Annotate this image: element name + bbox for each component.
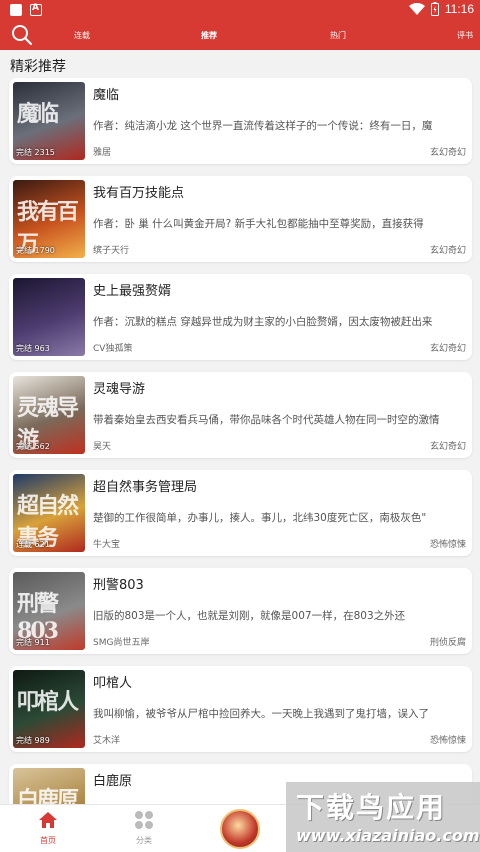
book-genre: 恐怖惊悚	[429, 736, 466, 746]
cover-art-text: 刑警803	[17, 591, 59, 644]
home-icon	[39, 812, 57, 828]
watermark: 下载鸟应用 www.xiazainiao.com	[286, 782, 480, 852]
battery-icon	[430, 2, 439, 16]
book-title: 我有百万技能点	[93, 186, 185, 201]
book-genre: 恐怖惊悚	[429, 540, 466, 550]
top-nav: 连载 推荐 热门 评书	[0, 20, 480, 50]
book-narrator: CV独孤策	[93, 344, 133, 354]
book-description: 旧版的803是一个人，也就是刘刚，就像是007一样，在803之外还	[93, 610, 406, 622]
search-icon[interactable]	[10, 23, 34, 47]
book-title: 魔临	[93, 88, 120, 103]
book-card[interactable]: 我有百万 完结 1790 我有百万技能点作者：卧 巢 什么叫黄金开局? 新手大礼包都…	[9, 176, 472, 262]
book-narrator: 缤子天行	[93, 246, 130, 256]
book-description: 作者：沉默的糕点 穿越异世成为财主家的小白脸赘婿，因太废物被赶出来	[93, 316, 433, 328]
book-card[interactable]: 刑警803 完结 911 刑警803 旧版的803是一个人，也就是刘刚，就像是007一…	[9, 568, 472, 654]
book-genre: 刑侦反腐	[429, 638, 466, 648]
book-title: 灵魂导游	[93, 382, 146, 397]
tab-category[interactable]: 分类	[114, 811, 174, 846]
tab-category-label: 分类	[136, 836, 152, 845]
book-genre: 玄幻奇幻	[429, 442, 466, 452]
book-cover[interactable]: 魔临完结 2315	[13, 82, 85, 160]
book-title: 白鹿原	[93, 774, 133, 789]
book-narrator: 牛大宝	[93, 540, 121, 550]
clock: 11:16	[444, 2, 474, 16]
book-genre: 玄幻奇幻	[429, 148, 466, 158]
book-narrator: SMG尚世五岸	[93, 638, 150, 648]
book-narrator: 雅居	[93, 148, 112, 158]
center-featured-button[interactable]	[220, 809, 260, 849]
cover-art-text: 叩棺人	[17, 689, 79, 715]
book-cover[interactable]: 灵魂导游 完结 562	[13, 376, 85, 454]
tab-serial[interactable]: 连载	[74, 30, 90, 41]
tab-home-label: 首页	[40, 836, 56, 845]
book-card[interactable]: 超自然事务 连载 621 超自然事务管理局楚御的工作很简单，办事儿，揍人。事儿，北纬…	[9, 470, 472, 556]
tab-home[interactable]: 首页	[18, 811, 78, 846]
book-title: 超自然事务管理局	[93, 480, 198, 495]
book-card[interactable]: 魔临 完结 2315 魔临 作者：纯洁滴小龙 这个世界一直流传着这样子的一个传说：终有…	[9, 78, 472, 164]
notification-icon	[10, 4, 22, 16]
book-narrator: 艾木洋	[93, 736, 121, 746]
tab-storytelling[interactable]: 评书	[457, 30, 473, 41]
book-description: 楚御的工作很简单，办事儿，揍人。事儿，北纬30度死亡区，南极灰色"	[93, 512, 427, 524]
book-title: 叩棺人	[93, 676, 133, 691]
status-badge: 完结 911	[16, 638, 50, 647]
tab-popular[interactable]: 热门	[330, 30, 346, 41]
category-icon	[135, 811, 153, 829]
status-badge: 完结 963	[16, 344, 50, 353]
book-description: 我叫柳愉，被爷爷从尸棺中捡回养大。一天晚上我遇到了鬼打墙，误入了	[93, 708, 429, 720]
book-title: 史上最强赘婿	[93, 284, 172, 299]
book-card[interactable]: 叩棺人 完结 989 叩棺人 我叫柳愉，被爷爷从尸棺中捡回养大。一天晚上我遇到了鬼打墙…	[9, 666, 472, 752]
watermark-url: www.xiazainiao.com	[296, 826, 480, 845]
tab-recommend[interactable]: 推荐	[201, 30, 217, 41]
section-title: 精彩推荐	[10, 59, 66, 75]
status-badge: 完结 562	[16, 442, 50, 451]
wifi-icon	[408, 3, 425, 15]
status-badge: 完结 1790	[16, 246, 55, 255]
book-title: 刑警803	[93, 578, 144, 593]
book-cover[interactable]: 超自然事务 连载 621	[13, 474, 85, 552]
book-cover[interactable]: 完结 963	[13, 278, 85, 356]
book-cover[interactable]: 刑警803 完结 911	[13, 572, 85, 650]
book-description: 作者：卧 巢 什么叫黄金开局? 新手大礼包都能抽中至尊奖励，直接获得	[93, 218, 424, 230]
book-genre: 玄幻奇幻	[429, 344, 466, 354]
status-badge: 完结 989	[16, 736, 50, 745]
book-genre: 玄幻奇幻	[429, 246, 466, 256]
book-description: 带着秦始皇去西安看兵马俑，带你品味各个时代英雄人物在同一时空的激情	[93, 414, 440, 426]
status-bar: A 11:16	[0, 0, 480, 20]
app-notification-icon: A	[30, 3, 42, 16]
book-cover[interactable]: 我有百万 完结 1790	[13, 180, 85, 258]
book-card[interactable]: 完结 963 史上最强赘婿作者：沉默的糕点 穿越异世成为财主家的小白脸赘婿，因太废…	[9, 274, 472, 360]
status-badge: 连载 621	[16, 540, 50, 549]
book-description: 作者：纯洁滴小龙 这个世界一直流传着这样子的一个传说：终有一日，魔	[93, 120, 433, 132]
watermark-title: 下载鸟应用	[296, 791, 447, 824]
book-cover[interactable]: 叩棺人完结 989	[13, 670, 85, 748]
status-badge: 完结 2315	[16, 148, 55, 157]
book-narrator: 昊天	[93, 442, 112, 452]
book-card[interactable]: 灵魂导游 完结 562 灵魂导游带着秦始皇去西安看兵马俑，带你品味各个时代英雄人物在…	[9, 372, 472, 458]
cover-art-text: 魔临	[17, 101, 59, 127]
